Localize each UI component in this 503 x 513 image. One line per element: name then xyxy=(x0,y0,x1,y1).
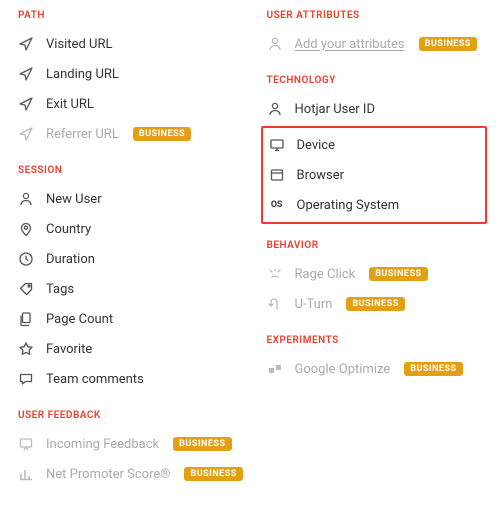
filter-item-landing-url[interactable]: Landing URL xyxy=(18,59,237,89)
filter-item-page-count[interactable]: Page Count xyxy=(18,304,237,334)
filter-label: Exit URL xyxy=(46,97,94,112)
filter-item-favorite[interactable]: Favorite xyxy=(18,334,237,364)
filter-item-incoming-feedback: Incoming Feedback BUSINESS xyxy=(18,429,237,459)
star-icon xyxy=(18,341,34,357)
section-header: USER FEEDBACK xyxy=(18,410,237,421)
filter-item-new-user[interactable]: New User xyxy=(18,184,237,214)
filter-label: Duration xyxy=(46,252,95,267)
filter-item-google-optimize: Google Optimize BUSINESS xyxy=(267,354,486,384)
filter-item-exit-url[interactable]: Exit URL xyxy=(18,89,237,119)
user-icon xyxy=(267,36,283,52)
filter-label: New User xyxy=(46,192,102,207)
pages-icon xyxy=(18,311,34,327)
optimize-icon xyxy=(267,361,283,377)
filter-label: Country xyxy=(46,222,91,237)
filter-label: Favorite xyxy=(46,342,92,357)
filter-item-rage-click: Rage Click BUSINESS xyxy=(267,259,486,289)
filter-item-add-attributes: Add your attributes BUSINESS xyxy=(267,29,486,59)
filter-label: Page Count xyxy=(46,312,113,327)
business-badge: BUSINESS xyxy=(133,127,191,141)
user-icon xyxy=(267,101,283,117)
filter-item-device[interactable]: Device xyxy=(263,130,480,160)
section-header: SESSION xyxy=(18,165,237,176)
filter-item-team-comments[interactable]: Team comments xyxy=(18,364,237,394)
business-badge: BUSINESS xyxy=(184,467,242,481)
bars-icon xyxy=(18,466,34,482)
filter-label: Rage Click xyxy=(295,267,356,282)
filter-item-referrer-url: Referrer URL BUSINESS xyxy=(18,119,237,149)
filter-item-visited-url[interactable]: Visited URL xyxy=(18,29,237,59)
cursor-icon xyxy=(18,126,34,142)
filter-label: Incoming Feedback xyxy=(46,437,159,452)
business-badge: BUSINESS xyxy=(173,437,231,451)
business-badge: BUSINESS xyxy=(404,362,462,376)
rage-icon xyxy=(267,266,283,282)
cursor-icon xyxy=(18,96,34,112)
filter-item-hotjar-user-id[interactable]: Hotjar User ID xyxy=(267,94,486,124)
uturn-icon xyxy=(267,296,283,312)
filter-item-tags[interactable]: Tags xyxy=(18,274,237,304)
filter-label: Visited URL xyxy=(46,37,112,52)
filter-label: Device xyxy=(297,138,336,153)
os-icon: OS xyxy=(269,197,285,213)
business-badge: BUSINESS xyxy=(346,297,404,311)
filter-item-nps: Net Promoter Score®BUSINESS xyxy=(18,459,237,489)
filter-item-duration[interactable]: Duration xyxy=(18,244,237,274)
cursor-icon xyxy=(18,66,34,82)
filter-item-country[interactable]: Country xyxy=(18,214,237,244)
filter-label: Browser xyxy=(297,168,345,183)
filter-label: Tags xyxy=(46,282,74,297)
section-header: TECHNOLOGY xyxy=(267,75,486,86)
section-header: BEHAVIOR xyxy=(267,240,486,251)
filter-label: Add your attributes xyxy=(295,37,405,52)
filter-label: Google Optimize xyxy=(295,362,391,377)
business-badge: BUSINESS xyxy=(419,37,477,51)
filter-item-u-turn: U-Turn BUSINESS xyxy=(267,289,486,319)
comment-icon xyxy=(18,371,34,387)
user-icon xyxy=(18,191,34,207)
section-header: USER ATTRIBUTES xyxy=(267,10,486,21)
filter-item-operating-system[interactable]: OS Operating System xyxy=(263,190,480,220)
filter-label: Landing URL xyxy=(46,67,119,82)
filter-label: Operating System xyxy=(297,198,400,213)
window-icon xyxy=(269,167,285,183)
section-header: PATH xyxy=(18,10,237,21)
filter-label: Hotjar User ID xyxy=(295,102,375,117)
filter-label: Referrer URL xyxy=(46,127,119,142)
clock-icon xyxy=(18,251,34,267)
feedback-icon xyxy=(18,436,34,452)
highlight-box: Device Browser OS Operating System xyxy=(261,126,488,224)
filter-item-browser[interactable]: Browser xyxy=(263,160,480,190)
section-header: EXPERIMENTS xyxy=(267,335,486,346)
filter-label: Net Promoter Score® xyxy=(46,467,170,482)
business-badge: BUSINESS xyxy=(369,267,427,281)
monitor-icon xyxy=(269,137,285,153)
filter-label: U-Turn xyxy=(295,297,333,312)
cursor-icon xyxy=(18,36,34,52)
tag-icon xyxy=(18,281,34,297)
filter-label: Team comments xyxy=(46,372,144,387)
pin-icon xyxy=(18,221,34,237)
